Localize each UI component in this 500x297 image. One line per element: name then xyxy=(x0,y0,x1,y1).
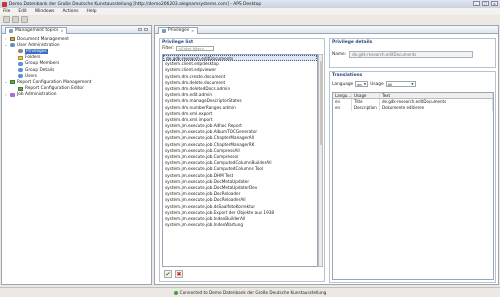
name-field[interactable]: de.gdk-research.editDocuments xyxy=(349,51,474,58)
language-select[interactable]: en ▼ xyxy=(355,81,369,87)
refresh-icon[interactable] xyxy=(12,16,19,23)
tree-item-icon xyxy=(18,49,23,54)
tree-item-label: User Administration xyxy=(17,42,60,48)
tree-item[interactable]: › Job Administration xyxy=(4,92,149,98)
app-icon xyxy=(2,1,7,7)
table-row[interactable]: en Description Dokumente editieren xyxy=(333,105,493,111)
tab-label: Management topics xyxy=(15,28,59,33)
tree-item-label: Group Details xyxy=(25,67,55,73)
window-title: Demo Datenbank der Große Deutsche Kunsta… xyxy=(9,1,262,7)
tree-item-label: Privileges xyxy=(25,48,48,54)
title-bar: Demo Datenbank der Große Deutsche Kunsta… xyxy=(0,0,500,8)
privilege-list-item[interactable]: system.jm.execute.job.IndexWartung xyxy=(163,222,317,228)
language-value: en xyxy=(357,81,362,87)
name-row: Name: de.gdk-research.editDocuments xyxy=(330,51,495,58)
filter-row: Filter: <Enter filter> xyxy=(160,45,324,52)
chevron-down-icon: ▼ xyxy=(411,81,414,86)
tab-label: Privileges xyxy=(168,28,190,33)
status-bar: Connected to Demo Datenbank der Große De… xyxy=(0,287,500,297)
expand-toggle-icon[interactable]: ⌄ xyxy=(4,80,8,84)
tree-item-label: Document Management xyxy=(17,36,69,42)
tree-item-label: Report Configuration Editor xyxy=(25,86,84,92)
maximize-view-icon[interactable] xyxy=(144,28,148,31)
filter-label: Filter: xyxy=(162,46,175,51)
tree-item-icon xyxy=(18,86,23,91)
tree-item-label: Group Members xyxy=(25,61,60,67)
status-text: Connected to Demo Datenbank der Große De… xyxy=(179,290,327,295)
column-header[interactable]: Usage xyxy=(352,93,380,98)
privilege-list-section: Privilege list Filter: <Enter filter> de… xyxy=(159,38,325,282)
close-icon[interactable]: ✕ xyxy=(60,29,63,33)
usage-label: Usage xyxy=(370,81,384,87)
tree-item-label: Users xyxy=(25,73,38,79)
privileges-icon xyxy=(162,28,166,33)
translations-section: Translations Language en ▼ Usage All ▼ L… xyxy=(329,71,496,283)
view-controls xyxy=(138,28,148,31)
minimize-view-icon[interactable] xyxy=(138,28,142,31)
expand-toggle-icon[interactable]: › xyxy=(4,93,8,97)
tree-item-icon xyxy=(10,80,15,85)
privilege-details-section: Privilege details Name: de.gdk-research.… xyxy=(329,38,496,68)
topics-tree: › Document Management ⌄ User Administration… xyxy=(2,34,151,100)
translation-filters: Language en ▼ Usage All ▼ xyxy=(330,80,495,88)
translations-title: Translations xyxy=(332,72,363,78)
back-icon[interactable] xyxy=(21,16,28,23)
management-topics-tabbar: Management topics ✕ xyxy=(2,26,151,34)
tree-item-icon xyxy=(18,55,23,60)
close-window-button[interactable]: × xyxy=(491,1,498,6)
tree-item-label: Report Configuration Management xyxy=(17,79,92,85)
translations-table: Langu... Usage Text en Title de.gdk-rese… xyxy=(332,92,494,280)
menu-bar: File Edit Windows Actions Help xyxy=(0,8,500,15)
maximize-button[interactable]: □ xyxy=(482,1,489,6)
tree-item-icon xyxy=(18,61,23,66)
chevron-down-icon: ▼ xyxy=(363,81,367,86)
menu-windows[interactable]: Windows xyxy=(35,9,55,14)
tree-item-icon xyxy=(10,92,15,97)
privilege-list[interactable]: de.gdk-research.editDocuments system.clie… xyxy=(162,54,318,267)
name-label: Name: xyxy=(332,52,347,57)
column-header[interactable]: Text xyxy=(380,93,493,98)
tree-item-icon xyxy=(18,68,23,73)
privilege-details-title: Privilege details xyxy=(332,39,373,45)
window-controls: – □ × xyxy=(473,1,498,6)
menu-actions[interactable]: Actions xyxy=(62,9,78,14)
tree-item-label: Folders xyxy=(25,55,41,61)
save-icon[interactable] xyxy=(3,16,10,23)
topics-icon xyxy=(9,28,13,33)
menu-help[interactable]: Help xyxy=(87,9,97,14)
privileges-tabbar: Privileges ✕ xyxy=(155,26,498,34)
menu-edit[interactable]: Edit xyxy=(18,9,27,14)
management-topics-panel: Management topics ✕ › Document Management… xyxy=(1,25,152,285)
action-buttons: ✔ ✖ xyxy=(164,270,183,278)
privileges-panel: Privileges ✕ Privilege list Filter: <Ent… xyxy=(154,25,499,285)
minimize-button[interactable]: – xyxy=(473,1,480,6)
privilege-list-scrollbar[interactable] xyxy=(318,54,323,267)
tree-item-label: Job Administration xyxy=(17,92,57,98)
tree-item-icon xyxy=(18,74,23,79)
table-cell: Dokumente editieren xyxy=(380,105,493,111)
table-cell: en xyxy=(333,105,352,111)
apply-button[interactable]: ✔ xyxy=(164,270,172,278)
toolbar xyxy=(0,15,500,24)
expand-toggle-icon[interactable]: › xyxy=(4,37,8,41)
connected-icon xyxy=(173,290,178,295)
tree-item-icon xyxy=(10,43,15,48)
table-cell: Description xyxy=(352,105,380,111)
expand-toggle-icon[interactable]: ⌄ xyxy=(4,43,8,47)
cancel-button[interactable]: ✖ xyxy=(175,270,183,278)
column-header[interactable]: Langu... xyxy=(333,93,352,98)
scrollbar-thumb[interactable] xyxy=(319,61,323,145)
tab-privileges[interactable]: Privileges ✕ xyxy=(158,26,199,34)
filter-input[interactable]: <Enter filter> xyxy=(176,46,215,51)
close-icon[interactable]: ✕ xyxy=(191,29,194,33)
tab-management-topics[interactable]: Management topics ✕ xyxy=(5,26,68,34)
menu-file[interactable]: File xyxy=(3,9,10,14)
language-label: Language xyxy=(332,81,354,87)
tree-item-icon xyxy=(10,37,15,42)
usage-value: All xyxy=(387,81,393,87)
usage-select[interactable]: All ▼ xyxy=(385,81,416,87)
